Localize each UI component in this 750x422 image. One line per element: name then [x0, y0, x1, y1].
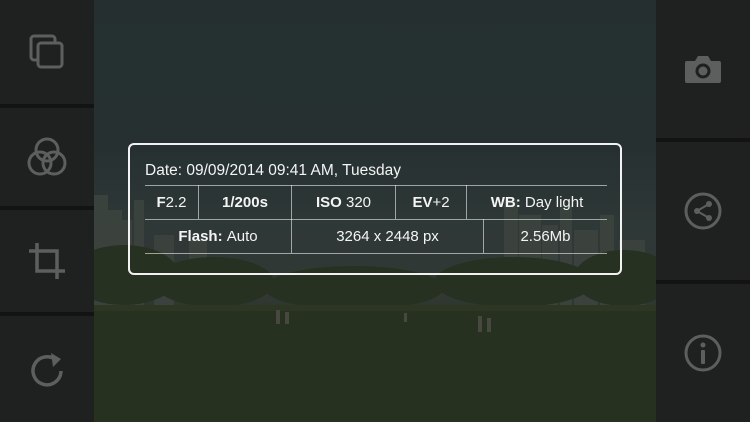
aperture-prefix: F — [156, 193, 166, 211]
iso-label: ISO — [315, 193, 342, 211]
right-toolbar — [656, 0, 750, 422]
color-filter-icon — [27, 137, 67, 177]
camera-button[interactable] — [656, 0, 750, 138]
rotate-icon — [27, 349, 67, 389]
row-divider — [145, 253, 607, 254]
date-value: 09/09/2014 09:41 AM, Tuesday — [186, 162, 401, 179]
aperture-value: 2.2 — [165, 193, 187, 211]
flash-label: Flash: — [178, 227, 223, 245]
copy-button[interactable] — [0, 0, 94, 104]
crop-icon — [27, 241, 67, 281]
date-row: Date: 09/09/2014 09:41 AM, Tuesday — [145, 162, 401, 180]
left-toolbar — [0, 0, 94, 422]
share-icon — [683, 191, 723, 231]
wb-label: WB: — [490, 193, 521, 211]
share-button[interactable] — [656, 142, 750, 280]
copy-icon — [28, 33, 66, 71]
resolution-cell: 3264 x 2448 px — [292, 219, 483, 253]
camera-icon — [684, 54, 722, 84]
ev-cell: EV +2 — [396, 185, 466, 219]
ev-value: +2 — [432, 193, 450, 211]
file-size-value: 2.56Mb — [520, 227, 571, 245]
flash-cell: Flash: Auto — [145, 219, 291, 253]
photo-info-panel: Date: 09/09/2014 09:41 AM, Tuesday F 2.2 … — [128, 143, 622, 275]
aperture-cell: F 2.2 — [145, 185, 198, 219]
iso-cell: ISO 320 — [292, 185, 395, 219]
iso-value: 320 — [345, 193, 372, 211]
wb-value: Day light — [524, 193, 584, 211]
shutter-value: 1/200s — [222, 193, 268, 211]
date-label: Date: — [145, 162, 183, 179]
resolution-value: 3264 x 2448 px — [336, 227, 439, 245]
crop-button[interactable] — [0, 210, 94, 312]
ev-label: EV — [412, 193, 433, 211]
info-button[interactable] — [656, 284, 750, 422]
shutter-cell: 1/200s — [199, 185, 291, 219]
flash-value: Auto — [226, 227, 258, 245]
file-size-cell: 2.56Mb — [484, 219, 607, 253]
filters-button[interactable] — [0, 108, 94, 206]
rotate-button[interactable] — [0, 316, 94, 422]
info-icon — [683, 333, 723, 373]
white-balance-cell: WB: Day light — [467, 185, 607, 219]
